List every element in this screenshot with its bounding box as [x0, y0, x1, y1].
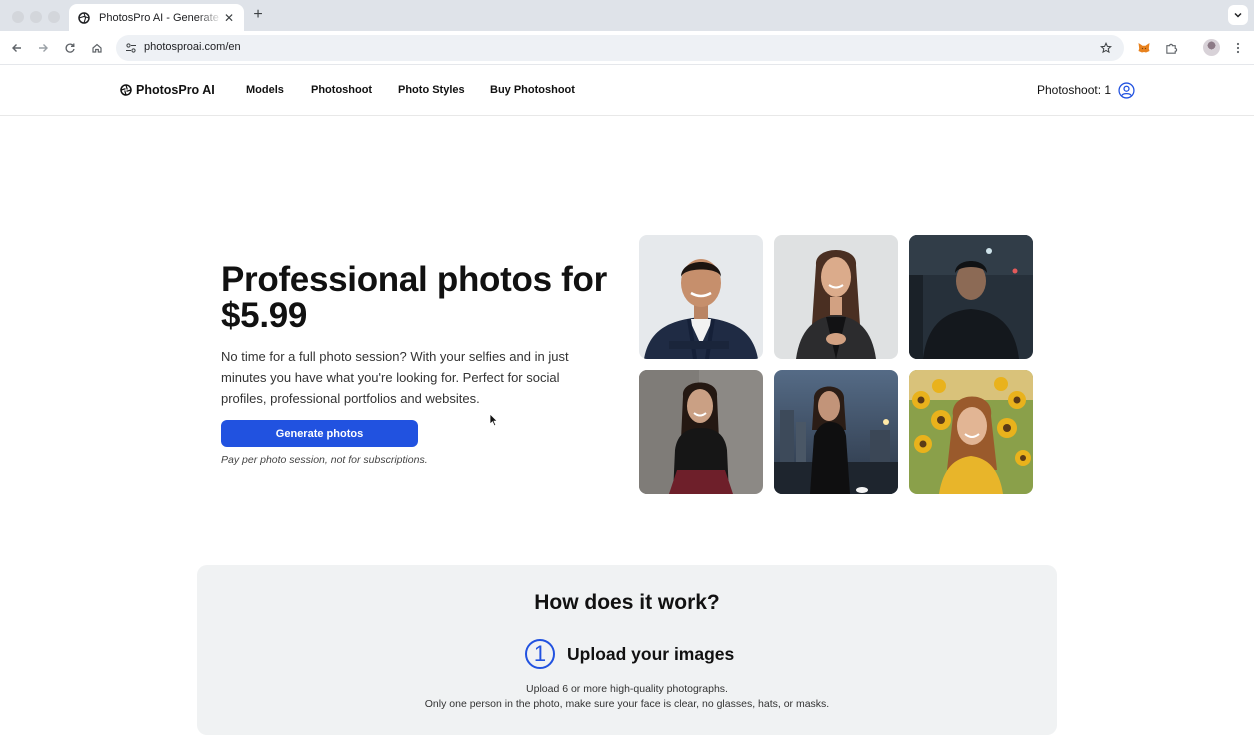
browser-tab-active[interactable]: PhotosPro AI - Generate professional pho…	[69, 4, 244, 31]
site-favicon-icon	[77, 11, 91, 25]
metamask-fox-icon[interactable]	[1136, 40, 1152, 56]
step-title: Upload your images	[567, 643, 735, 664]
step-number-badge: 1	[525, 639, 555, 669]
window-close-dot[interactable]	[12, 11, 24, 23]
sample-photo-woman-sunflowers	[909, 370, 1033, 494]
mouse-cursor-icon	[489, 413, 499, 427]
sample-photo-woman-blazer	[774, 235, 898, 359]
site-header: PhotosPro AI Models Photoshoot Photo Sty…	[0, 66, 1254, 116]
extensions-puzzle-icon[interactable]	[1163, 40, 1179, 56]
logo-text: PhotosPro AI	[136, 83, 215, 97]
hero-description: No time for a full photo session? With y…	[221, 349, 569, 406]
site-logo[interactable]: PhotosPro AI	[120, 83, 215, 97]
generate-photos-button[interactable]: Generate photos	[221, 420, 418, 447]
browser-profile-avatar[interactable]	[1203, 39, 1220, 56]
pricing-note: Pay per photo session, not for subscript…	[221, 454, 428, 466]
url-text: photosproai.com/en	[144, 41, 241, 53]
home-icon[interactable]	[89, 40, 105, 56]
browser-tab-strip: PhotosPro AI - Generate professional pho…	[0, 0, 1254, 31]
site-info-tune-icon[interactable]	[123, 40, 139, 56]
bookmark-star-icon[interactable]	[1098, 40, 1114, 56]
sample-photo-woman-city-night	[774, 370, 898, 494]
nav-link-photo-styles[interactable]: Photo Styles	[398, 84, 465, 96]
account-menu[interactable]: Photoshoot: 1	[1037, 81, 1135, 99]
window-zoom-dot[interactable]	[48, 11, 60, 23]
address-bar[interactable]: photosproai.com/en	[116, 35, 1124, 61]
hero-title: Professional photos for $5.99	[221, 260, 607, 335]
tab-search-chevron-icon[interactable]	[1228, 5, 1248, 25]
step-description-line-1: Upload 6 or more high-quality photograph…	[526, 683, 728, 695]
user-circle-icon[interactable]	[1117, 81, 1135, 99]
sample-photo-man-suit	[639, 235, 763, 359]
back-arrow-icon[interactable]	[9, 40, 25, 56]
new-tab-plus-icon[interactable]: +	[249, 6, 267, 24]
aperture-logo-icon	[120, 84, 132, 96]
browser-toolbar: photosproai.com/en	[0, 31, 1254, 65]
step-1-header: 1 Upload your images	[525, 639, 734, 669]
tab-title: PhotosPro AI - Generate professional pho…	[99, 11, 222, 24]
tab-close-icon[interactable]: ✕	[222, 11, 236, 25]
forward-arrow-icon[interactable]	[35, 40, 51, 56]
reload-icon[interactable]	[62, 40, 78, 56]
window-minimize-dot[interactable]	[30, 11, 42, 23]
how-it-works-section: How does it work? 1 Upload your images U…	[197, 565, 1057, 735]
sample-photo-woman-wall	[639, 370, 763, 494]
nav-link-buy-photoshoot[interactable]: Buy Photoshoot	[490, 84, 575, 96]
how-it-works-title: How does it work?	[534, 591, 720, 614]
photoshoot-count-label: Photoshoot: 1	[1037, 83, 1112, 97]
nav-link-models[interactable]: Models	[246, 84, 284, 96]
step-description-line-2: Only one person in the photo, make sure …	[424, 698, 830, 710]
browser-menu-kebab-icon[interactable]	[1231, 40, 1245, 56]
nav-link-photoshoot[interactable]: Photoshoot	[311, 84, 372, 96]
sample-photo-man-hoodie	[909, 235, 1033, 359]
